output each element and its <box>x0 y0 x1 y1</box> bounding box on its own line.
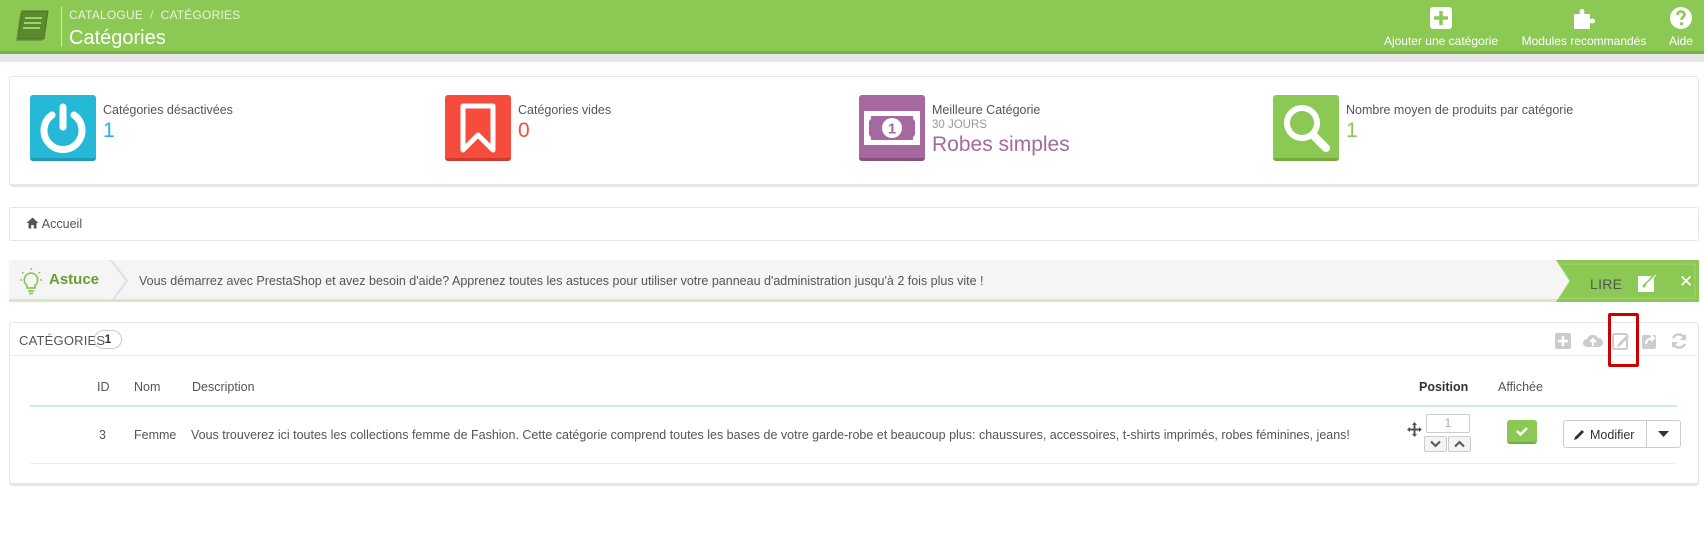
help-label: Aide <box>1668 34 1694 48</box>
move-up-button[interactable] <box>1448 436 1471 452</box>
highlight-box <box>1608 313 1639 367</box>
tip-divider-chevron <box>110 260 129 302</box>
kpi-value: Robes simples <box>932 133 1070 156</box>
bookmark-icon <box>460 103 496 153</box>
kpi-value: 1 <box>103 119 115 142</box>
breadcrumb-categories[interactable]: CATÉGORIES <box>161 8 241 22</box>
export-icon[interactable] <box>1641 332 1659 350</box>
lightbulb-icon <box>20 268 42 295</box>
read-tip-label: LIRE <box>1590 276 1623 292</box>
breadcrumb-separator: / <box>150 8 154 22</box>
catalog-logo-icon <box>16 10 49 41</box>
table-row-divider <box>30 463 1677 464</box>
plus-square-icon <box>1430 7 1452 29</box>
breadcrumb-home-label: Accueil <box>41 217 83 231</box>
help-button[interactable]: Aide <box>1664 6 1698 48</box>
cloud-upload-icon[interactable] <box>1582 332 1604 350</box>
page-title: Catégories <box>69 27 166 49</box>
pencil-icon <box>1574 430 1584 440</box>
add-new-icon[interactable] <box>1554 332 1572 350</box>
header-shadow <box>0 54 1704 62</box>
column-header-id[interactable]: ID <box>97 380 110 394</box>
edit-button-label: Modifier <box>1590 428 1635 442</box>
kpi-label: Catégories désactivées <box>103 103 233 117</box>
edit-button[interactable]: Modifier <box>1564 421 1646 447</box>
add-category-button[interactable]: Ajouter une catégorie <box>1380 6 1502 48</box>
kpi-box <box>30 95 96 161</box>
caret-down-icon <box>1658 431 1669 437</box>
category-count-badge: 1 <box>94 330 122 349</box>
read-tip-button[interactable]: LIRE <box>1590 273 1659 293</box>
breadcrumb-home[interactable]: Accueil <box>26 217 82 231</box>
cell-description: Vous trouverez ici toutes les collection… <box>191 428 1350 442</box>
tip-title: Astuce <box>49 271 100 288</box>
header-breadcrumb: CATALOGUE / CATÉGORIES <box>69 8 240 22</box>
displayed-toggle-button[interactable] <box>1507 420 1537 444</box>
kpi-box <box>1273 95 1339 161</box>
close-tip-button[interactable]: ✕ <box>1679 272 1693 292</box>
chevron-down-icon <box>1430 440 1441 448</box>
search-icon <box>1284 105 1330 152</box>
check-icon <box>1516 427 1528 437</box>
column-header-position[interactable]: Position <box>1419 380 1468 394</box>
add-category-label: Ajouter une catégorie <box>1383 34 1499 48</box>
column-header-name[interactable]: Nom <box>134 380 160 394</box>
more-actions-dropdown[interactable] <box>1647 421 1681 447</box>
external-link-icon <box>1637 273 1657 292</box>
header-separator <box>61 7 62 47</box>
move-down-button[interactable] <box>1424 436 1447 452</box>
kpi-period: 30 JOURS <box>932 119 987 131</box>
kpi-value: 1 <box>1346 119 1358 142</box>
power-icon <box>40 103 86 153</box>
kpi-label: Nombre moyen de produits par catégorie <box>1346 103 1574 117</box>
table-header-divider <box>30 405 1677 407</box>
kpi-box <box>445 95 511 161</box>
kpi-label: Catégories vides <box>518 103 612 117</box>
breadcrumb-catalogue[interactable]: CATALOGUE <box>69 8 143 22</box>
svg-text:1: 1 <box>888 121 896 138</box>
page-header: CATALOGUE / CATÉGORIES Catégories Ajouter … <box>0 0 1704 54</box>
recommended-modules-label: Modules recommandés <box>1521 34 1647 48</box>
home-icon <box>26 217 39 229</box>
panel-header: CATÉGORIES 1 <box>10 323 1698 356</box>
help-circle-icon <box>1670 7 1692 29</box>
categories-panel: CATÉGORIES 1 ID Nom Description Position… <box>9 322 1699 486</box>
kpi-label: Meilleure Catégorie <box>932 103 1041 117</box>
recommended-modules-button[interactable]: Modules recommandés <box>1518 6 1650 48</box>
cell-name: Femme <box>134 428 177 442</box>
column-header-description[interactable]: Description <box>192 380 255 394</box>
chevron-up-icon <box>1454 440 1465 448</box>
edit-button-group: Modifier <box>1563 420 1681 448</box>
kpi-value: 0 <box>518 119 530 142</box>
breadcrumb-bar: Accueil <box>9 207 1699 241</box>
refresh-icon[interactable] <box>1670 332 1688 350</box>
panel-title: CATÉGORIES <box>19 333 106 348</box>
kpi-box: 1 <box>859 95 925 161</box>
kpi-panel: Catégories désactivées 1 Catégories vide… <box>9 76 1699 187</box>
tip-message: Vous démarrez avec PrestaShop et avez be… <box>139 274 984 288</box>
money-icon: 1 <box>864 111 920 145</box>
puzzle-icon <box>1574 9 1595 29</box>
cell-id: 3 <box>99 428 106 442</box>
drag-move-icon[interactable] <box>1407 422 1422 437</box>
column-header-displayed[interactable]: Affichée <box>1498 380 1543 394</box>
position-input[interactable]: 1 <box>1426 414 1470 433</box>
tip-bar: Astuce Vous démarrez avec PrestaShop et … <box>9 260 1699 302</box>
